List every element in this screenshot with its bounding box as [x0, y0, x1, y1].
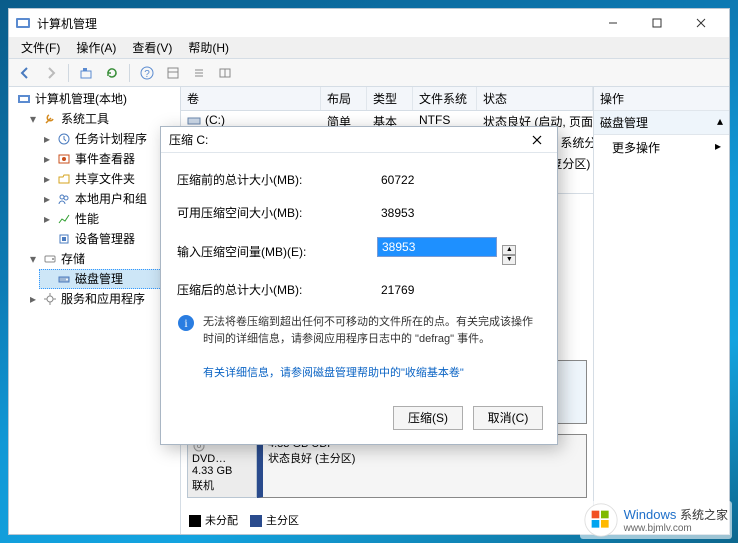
- avail-label: 可用压缩空间大小(MB):: [177, 204, 377, 221]
- tree-services[interactable]: ▸ 服务和应用程序: [25, 289, 178, 309]
- legend-primary: 主分区: [266, 515, 299, 527]
- tree-systools[interactable]: ▾ 系统工具: [25, 109, 178, 129]
- users-icon: [56, 191, 72, 207]
- storage-icon: [42, 251, 58, 267]
- menu-view[interactable]: 查看(V): [124, 37, 180, 58]
- chevron-up-icon: ▴: [717, 114, 723, 131]
- actions-group-label: 磁盘管理: [600, 114, 648, 131]
- tree-root[interactable]: 计算机管理(本地): [11, 89, 178, 109]
- actions-group[interactable]: 磁盘管理 ▴: [594, 111, 729, 135]
- menu-action[interactable]: 操作(A): [68, 37, 124, 58]
- col-layout[interactable]: 布局: [321, 87, 367, 110]
- tree-label: 性能: [75, 210, 99, 228]
- dvd-state: 联机: [192, 477, 252, 493]
- col-type[interactable]: 类型: [367, 87, 413, 110]
- cancel-button[interactable]: 取消(C): [473, 406, 543, 430]
- after-value: 21769: [377, 283, 541, 297]
- dialog-close-button[interactable]: [525, 129, 549, 151]
- legend: 未分配 主分区: [189, 512, 299, 528]
- tools-icon: [42, 111, 58, 127]
- before-label: 压缩前的总计大小(MB):: [177, 171, 377, 188]
- col-fs[interactable]: 文件系统: [413, 87, 477, 110]
- event-icon: [56, 151, 72, 167]
- shrink-button[interactable]: 压缩(S): [393, 406, 463, 430]
- before-value: 60722: [377, 173, 541, 187]
- avail-value: 38953: [377, 206, 541, 220]
- chevron-right-icon: ▸: [715, 139, 721, 153]
- actions-panel: 操作 磁盘管理 ▴ 更多操作 ▸: [593, 87, 729, 534]
- tree-eventviewer[interactable]: ▸事件查看器: [39, 149, 178, 169]
- actions-more[interactable]: 更多操作 ▸: [594, 135, 729, 160]
- window-controls: [591, 9, 723, 37]
- info-text-2: 有关详细信息，请参阅磁盘管理帮助中的"收缩基本卷": [203, 365, 541, 382]
- dialog-body: 压缩前的总计大小(MB): 60722 可用压缩空间大小(MB): 38953 …: [161, 153, 557, 400]
- after-label: 压缩后的总计大小(MB):: [177, 281, 377, 298]
- folder-share-icon: [56, 171, 72, 187]
- titlebar: 计算机管理: [9, 9, 729, 37]
- toolbar: ?: [9, 59, 729, 87]
- back-button[interactable]: [13, 62, 37, 84]
- computer-icon: [16, 91, 32, 107]
- col-volume[interactable]: 卷: [181, 87, 321, 110]
- tree-users[interactable]: ▸本地用户和组: [39, 189, 178, 209]
- window-title: 计算机管理: [37, 15, 97, 32]
- tree-label: 本地用户和组: [75, 190, 147, 208]
- perf-icon: [56, 211, 72, 227]
- dialog-titlebar: 压缩 C:: [161, 127, 557, 153]
- legend-unalloc: 未分配: [205, 515, 238, 527]
- dvd-part-status: 状态良好 (主分区): [268, 450, 581, 466]
- dvd-type: DVD…: [192, 453, 252, 465]
- list-button[interactable]: [187, 62, 211, 84]
- menubar: 文件(F) 操作(A) 查看(V) 帮助(H): [9, 37, 729, 59]
- menu-file[interactable]: 文件(F): [13, 37, 68, 58]
- up-button[interactable]: [74, 62, 98, 84]
- menu-help[interactable]: 帮助(H): [180, 37, 237, 58]
- tree-label: 设备管理器: [75, 230, 135, 248]
- tree-perf[interactable]: ▸性能: [39, 209, 178, 229]
- tree-devmgr[interactable]: 设备管理器: [39, 229, 178, 249]
- info-icon: i: [177, 314, 195, 332]
- prop-button[interactable]: [161, 62, 185, 84]
- volume-header: 卷 布局 类型 文件系统 状态: [181, 87, 593, 111]
- shrink-amount-input[interactable]: [377, 237, 497, 257]
- tree-label: 存储: [61, 250, 85, 268]
- minimize-button[interactable]: [591, 9, 635, 37]
- dvd-size: 4.33 GB: [192, 465, 252, 477]
- col-status[interactable]: 状态: [477, 87, 593, 110]
- spinner: ▲ ▼: [502, 245, 516, 265]
- disk-icon: [56, 271, 72, 287]
- dialog-buttons: 压缩(S) 取消(C): [161, 400, 557, 444]
- tree-label: 系统工具: [61, 110, 109, 128]
- spin-down-button[interactable]: ▼: [502, 255, 516, 265]
- tree-diskmgmt[interactable]: 磁盘管理: [39, 269, 178, 289]
- dialog-title: 压缩 C:: [169, 131, 208, 148]
- input-label: 输入压缩空间量(MB)(E):: [177, 243, 377, 260]
- tree-tasksched[interactable]: ▸任务计划程序: [39, 129, 178, 149]
- detail-button[interactable]: [213, 62, 237, 84]
- tree-storage[interactable]: ▾ 存储: [25, 249, 178, 269]
- close-button[interactable]: [679, 9, 723, 37]
- actions-more-label: 更多操作: [612, 141, 660, 155]
- clock-icon: [56, 131, 72, 147]
- forward-button[interactable]: [39, 62, 63, 84]
- refresh-button[interactable]: [100, 62, 124, 84]
- tree-label: 事件查看器: [75, 150, 135, 168]
- help-button[interactable]: ?: [135, 62, 159, 84]
- app-icon: [15, 15, 31, 31]
- tree-label: 磁盘管理: [75, 270, 123, 288]
- tree-shared[interactable]: ▸共享文件夹: [39, 169, 178, 189]
- tree-label: 服务和应用程序: [61, 290, 145, 308]
- tree-label: 共享文件夹: [75, 170, 135, 188]
- svg-text:?: ?: [144, 69, 150, 80]
- tree-label: 计算机管理(本地): [35, 90, 127, 108]
- shrink-dialog: 压缩 C: 压缩前的总计大小(MB): 60722 可用压缩空间大小(MB): …: [160, 126, 558, 445]
- info-text-1: 无法将卷压缩到超出任何不可移动的文件所在的点。有关完成该操作时间的详细信息，请参…: [203, 314, 541, 347]
- device-icon: [56, 231, 72, 247]
- spin-up-button[interactable]: ▲: [502, 245, 516, 255]
- tree-panel[interactable]: 计算机管理(本地) ▾ 系统工具 ▸任务计划程序 ▸事件查看器: [9, 87, 181, 534]
- tree-label: 任务计划程序: [75, 130, 147, 148]
- services-icon: [42, 291, 58, 307]
- actions-header: 操作: [594, 87, 729, 111]
- maximize-button[interactable]: [635, 9, 679, 37]
